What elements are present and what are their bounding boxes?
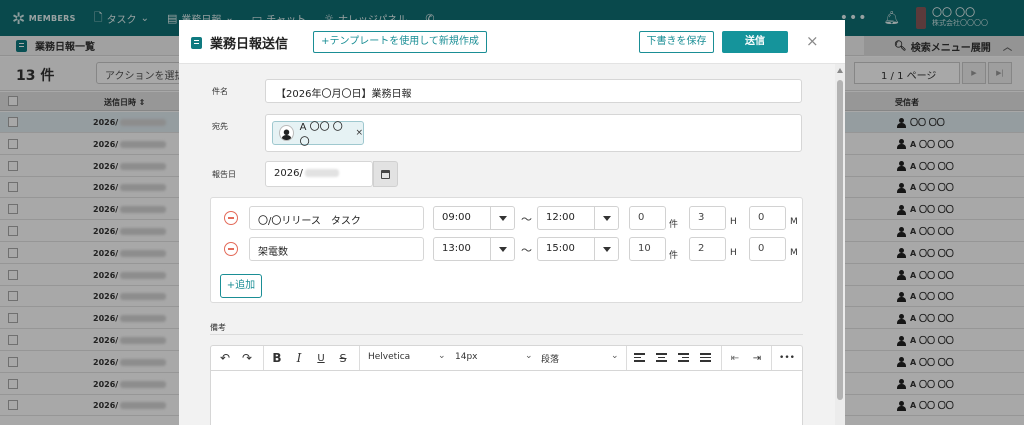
modal-header: 業務日報送信 +テンプレートを使用して新規作成 下書きを保存 送信 × bbox=[179, 20, 845, 64]
start-time-select[interactable]: 09:00 bbox=[433, 206, 515, 230]
modal-scrollbar[interactable] bbox=[835, 64, 845, 425]
task-entries-panel: 〇/〇リリース タスク 09:00 〜 12:00 0 件 3 H 0 M 架電数 13:00 〜 15:… bbox=[210, 197, 803, 303]
font-family-value: Helvetica bbox=[368, 352, 411, 362]
minutes-unit: M bbox=[790, 217, 798, 227]
time-range-separator: 〜 bbox=[521, 244, 532, 257]
avatar bbox=[279, 125, 294, 141]
save-draft-button[interactable]: 下書きを保存 bbox=[639, 31, 714, 53]
start-time-value: 13:00 bbox=[442, 243, 471, 254]
task-name-input[interactable]: 〇/〇リリース タスク bbox=[249, 206, 424, 230]
outdent-icon[interactable]: ⇤ bbox=[727, 350, 743, 366]
task-row: 架電数 13:00 〜 15:00 10 件 2 H 0 M bbox=[211, 234, 804, 265]
align-right-icon[interactable] bbox=[678, 353, 689, 363]
minutes-input[interactable]: 0 bbox=[749, 206, 786, 230]
remove-recipient-icon[interactable]: × bbox=[355, 128, 363, 138]
count-unit: 件 bbox=[669, 251, 679, 261]
remove-task-icon[interactable] bbox=[224, 242, 238, 256]
minutes-input[interactable]: 0 bbox=[749, 237, 786, 261]
toolbar-separator bbox=[721, 346, 722, 370]
report-book-icon bbox=[191, 36, 202, 49]
toolbar-separator bbox=[771, 346, 772, 370]
align-left-icon[interactable] bbox=[634, 353, 645, 363]
count-unit: 件 bbox=[669, 220, 679, 230]
font-size-value: 14px bbox=[455, 352, 478, 362]
end-time-value: 12:00 bbox=[546, 212, 575, 223]
caret-down-icon bbox=[490, 238, 514, 260]
chevron-down-icon: ⌄ bbox=[525, 351, 533, 361]
strikethrough-icon[interactable]: S bbox=[335, 350, 351, 366]
notes-label: 備考 bbox=[210, 323, 226, 332]
remove-task-icon[interactable] bbox=[224, 211, 238, 225]
calendar-icon bbox=[381, 169, 390, 179]
recipient-chip-label: A 〇〇 〇〇 bbox=[299, 122, 343, 148]
start-time-select[interactable]: 13:00 bbox=[433, 237, 515, 261]
hours-input[interactable]: 3 bbox=[689, 206, 726, 230]
more-options-icon[interactable]: ••• bbox=[777, 350, 797, 366]
align-center-icon[interactable] bbox=[656, 353, 667, 363]
task-row: 〇/〇リリース タスク 09:00 〜 12:00 0 件 3 H 0 M bbox=[211, 203, 804, 234]
modal-title: 業務日報送信 bbox=[191, 33, 288, 52]
redo-icon[interactable]: ↷ bbox=[239, 350, 255, 366]
count-input[interactable]: 10 bbox=[629, 237, 666, 261]
caret-down-icon bbox=[490, 207, 514, 229]
modal-title-text: 業務日報送信 bbox=[210, 37, 289, 52]
font-size-select[interactable]: 14px ⌄ bbox=[455, 351, 535, 362]
subject-input[interactable]: 【2026年〇月〇日】業務日報 bbox=[265, 79, 802, 103]
new-from-template-button[interactable]: +テンプレートを使用して新規作成 bbox=[313, 31, 487, 53]
task-name-input[interactable]: 架電数 bbox=[249, 237, 424, 261]
recipient-field[interactable]: A 〇〇 〇〇 × bbox=[265, 114, 802, 152]
hours-input[interactable]: 2 bbox=[689, 237, 726, 261]
daily-report-modal: 業務日報送信 +テンプレートを使用して新規作成 下書きを保存 送信 × 件名 【… bbox=[179, 20, 845, 425]
start-time-value: 09:00 bbox=[442, 212, 471, 223]
rich-text-toolbar: ↶ ↷ B I U S Helvetica ⌄ 14px ⌄ 段落 ⌄ ⇤ ⇥ ••• bbox=[210, 345, 803, 370]
report-date-input[interactable]: 2026/ bbox=[265, 161, 373, 187]
redacted-date bbox=[304, 169, 339, 177]
recipient-label: 宛先 bbox=[212, 122, 228, 131]
subject-label: 件名 bbox=[212, 87, 228, 96]
chevron-down-icon: ⌄ bbox=[438, 351, 446, 361]
scrollbar-thumb[interactable] bbox=[837, 80, 843, 400]
undo-icon[interactable]: ↶ bbox=[217, 350, 233, 366]
end-time-select[interactable]: 12:00 bbox=[537, 206, 619, 230]
caret-down-icon bbox=[594, 238, 618, 260]
toolbar-separator bbox=[626, 346, 627, 370]
block-format-select[interactable]: 段落 ⌄ bbox=[541, 351, 621, 365]
toolbar-separator bbox=[263, 346, 264, 370]
end-time-select[interactable]: 15:00 bbox=[537, 237, 619, 261]
bold-icon[interactable]: B bbox=[269, 350, 285, 366]
chevron-down-icon: ⌄ bbox=[611, 351, 619, 361]
font-family-select[interactable]: Helvetica ⌄ bbox=[368, 351, 448, 362]
scroll-up-arrow-icon[interactable] bbox=[837, 68, 843, 73]
align-justify-icon[interactable] bbox=[700, 353, 711, 363]
send-button[interactable]: 送信 bbox=[722, 31, 788, 53]
divider bbox=[210, 334, 803, 335]
close-icon[interactable]: × bbox=[806, 32, 819, 50]
recipient-chip: A 〇〇 〇〇 × bbox=[272, 121, 364, 148]
caret-down-icon bbox=[594, 207, 618, 229]
italic-icon[interactable]: I bbox=[291, 350, 307, 366]
underline-icon[interactable]: U bbox=[313, 350, 329, 366]
calendar-button[interactable] bbox=[373, 161, 398, 187]
block-format-value: 段落 bbox=[541, 355, 560, 365]
end-time-value: 15:00 bbox=[546, 243, 575, 254]
hours-unit: H bbox=[730, 217, 737, 227]
person-icon bbox=[281, 129, 292, 140]
toolbar-separator bbox=[359, 346, 360, 370]
notes-editor[interactable] bbox=[210, 370, 803, 425]
report-date-value: 2026/ bbox=[274, 168, 303, 179]
add-task-button[interactable]: +追加 bbox=[220, 274, 262, 298]
count-input[interactable]: 0 bbox=[629, 206, 666, 230]
report-date-label: 報告日 bbox=[212, 170, 236, 179]
hours-unit: H bbox=[730, 248, 737, 258]
time-range-separator: 〜 bbox=[521, 213, 532, 226]
indent-icon[interactable]: ⇥ bbox=[749, 350, 765, 366]
minutes-unit: M bbox=[790, 248, 798, 258]
